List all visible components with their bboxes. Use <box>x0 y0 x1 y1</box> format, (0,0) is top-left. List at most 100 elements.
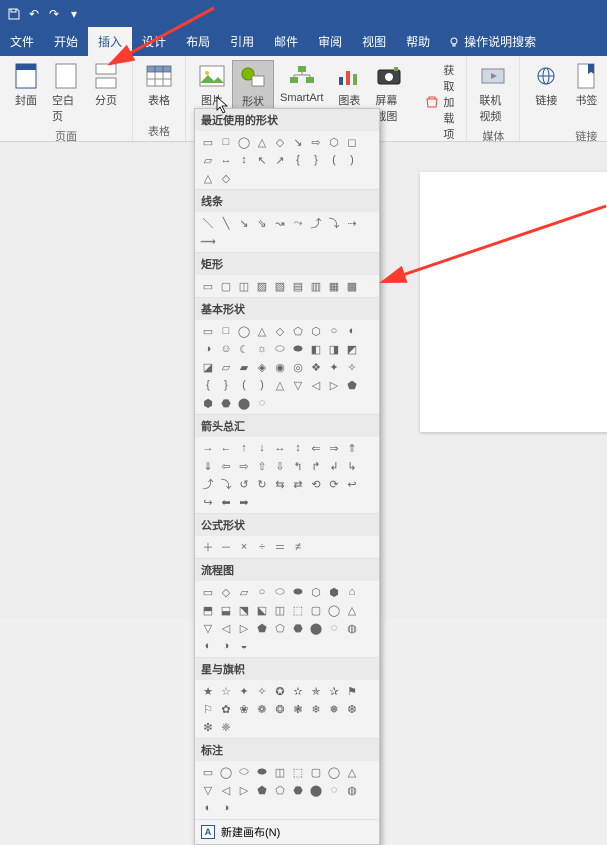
shape-item[interactable]: ⬠ <box>272 620 288 636</box>
shape-item[interactable]: ↩ <box>344 476 360 492</box>
shape-item[interactable]: ◇ <box>218 584 234 600</box>
shape-item[interactable]: ▱ <box>218 359 234 375</box>
shape-item[interactable]: △ <box>272 377 288 393</box>
shape-item[interactable]: △ <box>200 170 216 186</box>
shape-item[interactable]: ⇓ <box>200 458 216 474</box>
tab-view[interactable]: 视图 <box>352 27 396 56</box>
tab-references[interactable]: 引用 <box>220 27 264 56</box>
shape-item[interactable]: ▽ <box>200 782 216 798</box>
shape-item[interactable]: ○ <box>326 323 342 339</box>
shape-item[interactable]: ⬢ <box>326 584 342 600</box>
shape-item[interactable]: ↳ <box>344 458 360 474</box>
chart-button[interactable]: 图表 <box>329 60 369 110</box>
shape-item[interactable]: ▢ <box>308 602 324 618</box>
shape-item[interactable]: ▱ <box>200 152 216 168</box>
shape-item[interactable]: ↔ <box>272 440 288 456</box>
qat-customize-dropdown[interactable]: ▾ <box>64 4 84 24</box>
shape-item[interactable]: ⟳ <box>326 476 342 492</box>
shape-item[interactable]: ○ <box>254 584 270 600</box>
shape-item[interactable]: ⇑ <box>344 440 360 456</box>
shape-item[interactable]: ↕ <box>290 440 306 456</box>
shape-item[interactable]: ⬤ <box>308 620 324 636</box>
shape-item[interactable]: ▷ <box>326 377 342 393</box>
shape-item[interactable]: ◨ <box>326 341 342 357</box>
shape-item[interactable]: ◩ <box>344 341 360 357</box>
pictures-button[interactable]: 图片 <box>192 60 232 110</box>
shape-item[interactable]: ◫ <box>236 278 252 294</box>
shape-item[interactable]: ＼ <box>200 215 216 231</box>
shape-item[interactable]: ◌ <box>326 782 342 798</box>
shape-item[interactable]: ⤵ <box>326 215 342 231</box>
shape-item[interactable]: ▷ <box>236 782 252 798</box>
shape-item[interactable]: ❂ <box>272 701 288 717</box>
shape-item[interactable]: ⇨ <box>308 134 324 150</box>
shape-item[interactable]: } <box>308 152 324 168</box>
shape-item[interactable]: △ <box>254 134 270 150</box>
shape-item[interactable]: ▦ <box>326 278 342 294</box>
tab-file[interactable]: 文件 <box>0 27 44 56</box>
shape-item[interactable]: ⬬ <box>290 584 306 600</box>
shape-item[interactable]: ☾ <box>236 341 252 357</box>
tab-review[interactable]: 审阅 <box>308 27 352 56</box>
online-video-button[interactable]: 联机视频 <box>473 60 513 126</box>
shape-item[interactable]: ◫ <box>272 602 288 618</box>
shape-item[interactable]: ▽ <box>200 620 216 636</box>
shape-item[interactable]: ⬒ <box>200 602 216 618</box>
document-page[interactable] <box>420 172 607 432</box>
shape-item[interactable]: ▨ <box>254 278 270 294</box>
shape-item[interactable]: ◎ <box>290 359 306 375</box>
shape-item[interactable]: ▭ <box>200 278 216 294</box>
shape-item[interactable]: ❈ <box>218 719 234 735</box>
shape-item[interactable]: ↕ <box>236 152 252 168</box>
shape-item[interactable]: ⬣ <box>290 782 306 798</box>
shape-item[interactable]: ❄ <box>308 701 324 717</box>
shape-item[interactable]: ⬟ <box>344 377 360 393</box>
table-button[interactable]: 表格 <box>139 60 179 110</box>
shape-item[interactable]: ⌂ <box>344 584 360 600</box>
shape-item[interactable]: ⬚ <box>290 602 306 618</box>
shape-item[interactable]: ❆ <box>344 701 360 717</box>
tab-insert[interactable]: 插入 <box>88 27 132 56</box>
shape-item[interactable]: ✦ <box>236 683 252 699</box>
shape-item[interactable]: ❀ <box>236 701 252 717</box>
tab-mailings[interactable]: 邮件 <box>264 27 308 56</box>
shape-item[interactable]: ↪ <box>200 494 216 510</box>
shape-item[interactable]: ✿ <box>218 701 234 717</box>
shape-item[interactable]: □ <box>218 323 234 339</box>
shape-item[interactable]: ◑ <box>200 341 216 357</box>
shape-item[interactable]: ╲ <box>218 215 234 231</box>
shape-item[interactable]: ← <box>218 440 234 456</box>
shape-item[interactable]: ◧ <box>308 341 324 357</box>
shape-item[interactable]: ⬡ <box>326 134 342 150</box>
shape-item[interactable]: ▩ <box>344 278 360 294</box>
shape-item[interactable]: ➡ <box>236 494 252 510</box>
shape-item[interactable]: ▢ <box>308 764 324 780</box>
shape-item[interactable]: ⬠ <box>290 323 306 339</box>
shape-item[interactable]: ▷ <box>236 620 252 636</box>
bookmark-button[interactable]: 书签 <box>566 60 606 110</box>
shape-item[interactable]: ◯ <box>218 764 234 780</box>
shape-item[interactable]: → <box>200 440 216 456</box>
shape-item[interactable]: { <box>290 152 306 168</box>
shape-item[interactable]: ◒ <box>236 638 252 654</box>
shape-item[interactable]: ◁ <box>218 620 234 636</box>
shape-item[interactable]: ⬟ <box>254 620 270 636</box>
shape-item[interactable]: } <box>218 377 234 393</box>
shape-item[interactable]: ⬡ <box>308 584 324 600</box>
shape-item[interactable]: ＋ <box>200 539 216 555</box>
shape-item[interactable]: △ <box>254 323 270 339</box>
shape-item[interactable]: ⇨ <box>236 458 252 474</box>
shape-item[interactable]: ◈ <box>254 359 270 375</box>
shape-item[interactable]: ▭ <box>200 764 216 780</box>
shape-item[interactable]: ◐ <box>344 323 360 339</box>
page-break-button[interactable]: 分页 <box>86 60 126 110</box>
shape-item[interactable]: ❅ <box>326 701 342 717</box>
tab-design[interactable]: 设计 <box>132 27 176 56</box>
shape-item[interactable]: ▱ <box>236 584 252 600</box>
shape-item[interactable]: ✧ <box>344 359 360 375</box>
shape-item[interactable]: ＝ <box>272 539 288 555</box>
shape-item[interactable]: ⇢ <box>344 215 360 231</box>
shape-item[interactable]: ⬭ <box>272 584 288 600</box>
shape-item[interactable]: ⚐ <box>200 701 216 717</box>
shape-item[interactable]: ⬤ <box>236 395 252 411</box>
